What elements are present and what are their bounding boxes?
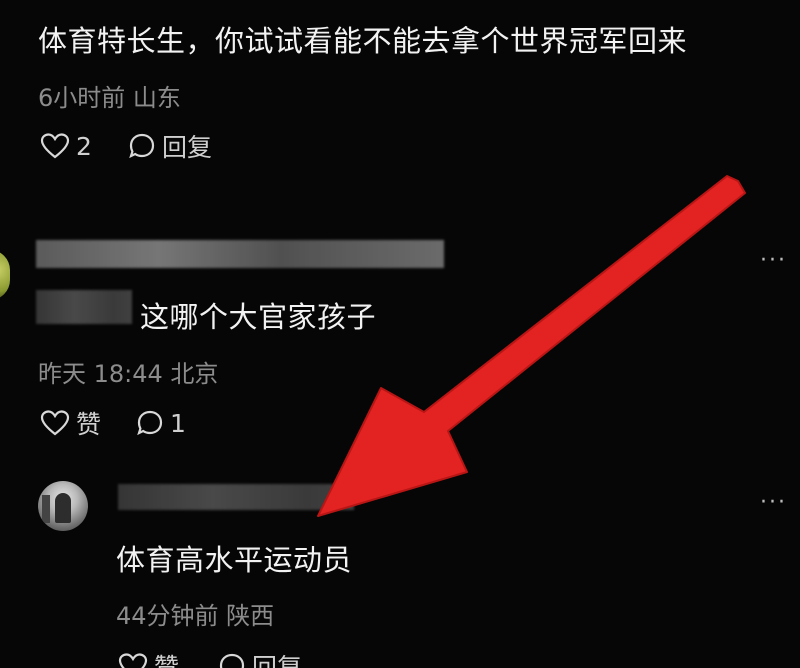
red-arrow-annotation	[317, 175, 746, 517]
comment-thread: 体育特长生，你试试看能不能去拿个世界冠军回来 6小时前 山东 2 回复 这哪个大…	[0, 0, 800, 668]
arrow-shape	[317, 175, 746, 517]
